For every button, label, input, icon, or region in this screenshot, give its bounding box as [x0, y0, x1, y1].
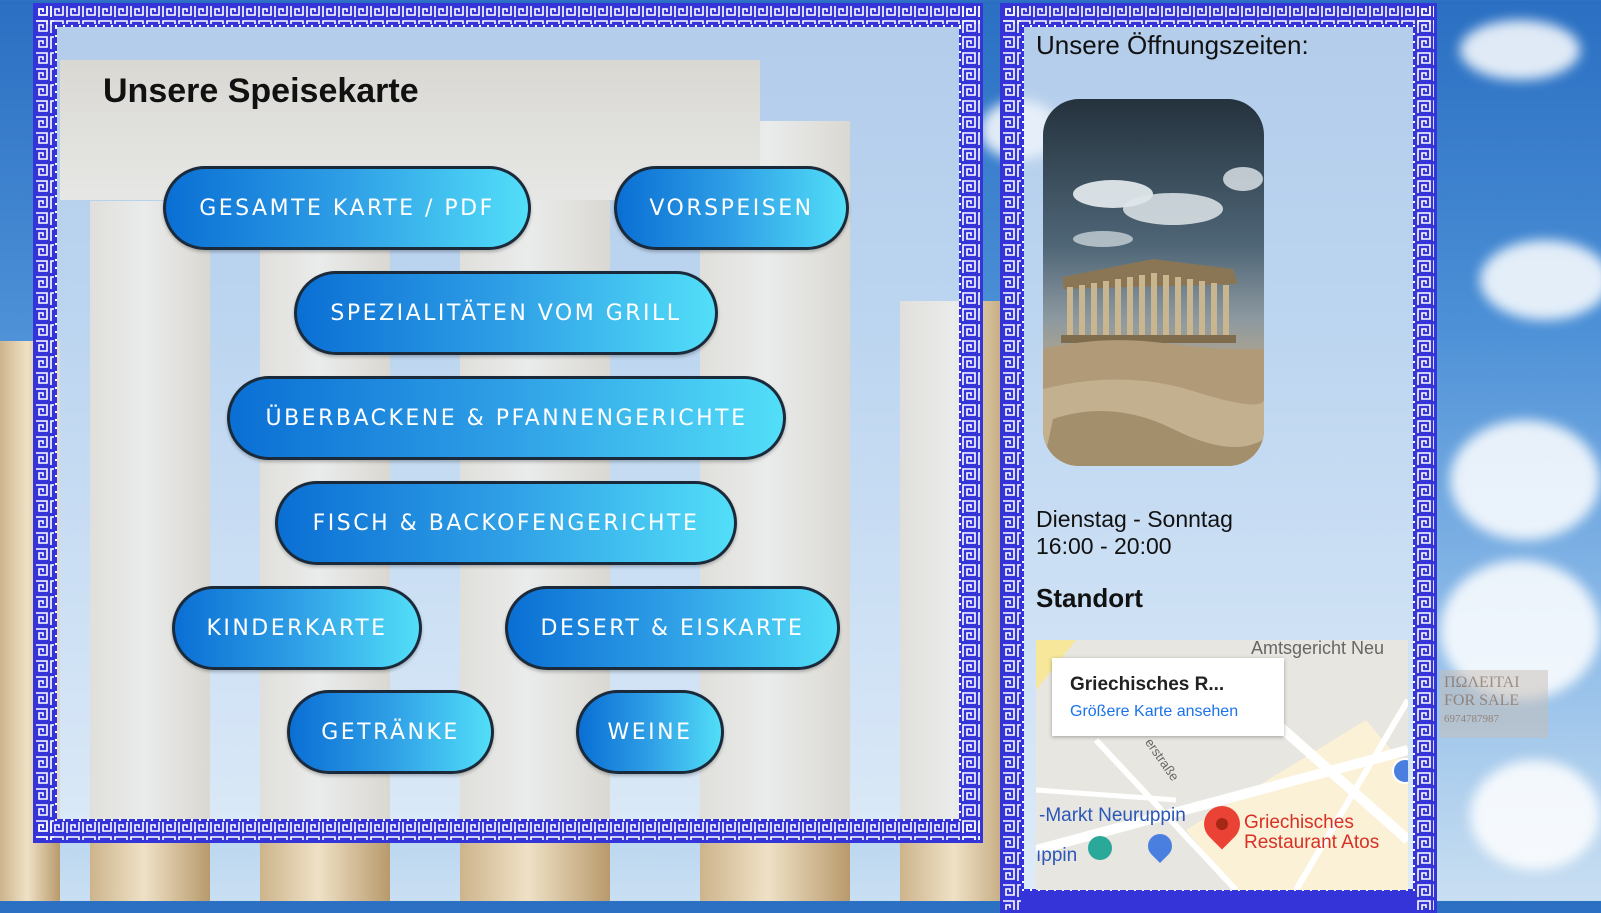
menu-button-desserts[interactable]: DESERT & EISKARTE: [505, 586, 840, 670]
map-label-court: Amtsgericht Neu: [1251, 640, 1385, 658]
menu-button-kids[interactable]: KINDERKARTE: [172, 586, 422, 670]
map-info-card: Griechisches R... Größere Karte ansehen: [1052, 658, 1284, 736]
menu-button-casseroles[interactable]: ÜBERBACKENE & PFANNENGERICHTE: [227, 376, 786, 460]
menu-button-wines[interactable]: WEINE: [576, 690, 724, 774]
opening-hours-title: Unsere Öffnungszeiten:: [1036, 30, 1309, 60]
acropolis-photo: [1043, 99, 1264, 466]
map-label-partial: ıppin: [1036, 845, 1078, 866]
location-title: Standort: [1036, 583, 1143, 613]
menu-title: Unsere Speisekarte: [103, 72, 419, 110]
menu-button-drinks[interactable]: GETRÄNKE: [287, 690, 494, 774]
opening-days: Dienstag - Sonntag: [1036, 506, 1233, 532]
map-poi-icon[interactable]: [1088, 836, 1112, 860]
google-map[interactable]: Amtsgericht Neu erstraße -Markt Neuruppi…: [1036, 640, 1408, 890]
map-label-market: -Markt Neuruppin: [1039, 805, 1186, 826]
map-pin-label-line1: Griechisches: [1244, 812, 1354, 833]
menu-button-starters[interactable]: VORSPEISEN: [614, 166, 849, 250]
for-sale-sign: ΠΩΛΕΙΤΑΙ FOR SALE 6974787987: [1440, 670, 1548, 738]
map-larger-link[interactable]: Größere Karte ansehen: [1070, 703, 1238, 721]
menu-button-full-pdf[interactable]: GESAMTE KARTE / PDF: [163, 166, 531, 250]
map-pin-label-line2: Restaurant Atos: [1244, 832, 1380, 853]
menu-button-fish[interactable]: FISCH & BACKOFENGERICHTE: [275, 481, 737, 565]
map-card-title: Griechisches R...: [1070, 674, 1225, 695]
opening-time: 16:00 - 20:00: [1036, 533, 1172, 559]
menu-button-grill[interactable]: SPEZIALITÄTEN VOM GRILL: [294, 271, 718, 355]
